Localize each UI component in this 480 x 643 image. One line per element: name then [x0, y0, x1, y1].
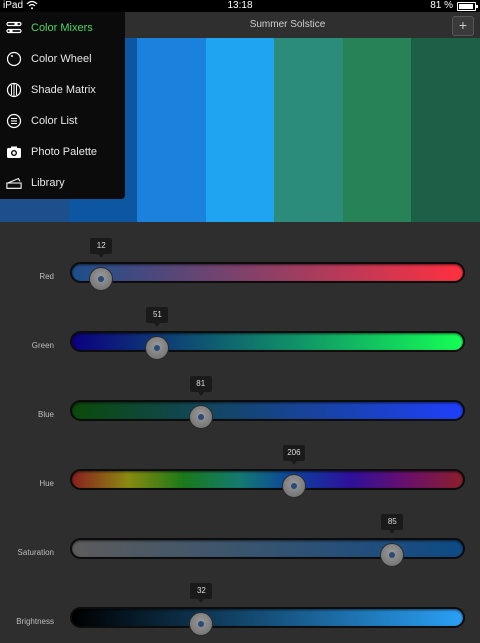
battery-percent: 81 % [430, 0, 453, 11]
brightness-slider-track[interactable]: 32 [70, 583, 465, 636]
slider-row-brightness: Brightness 32 [0, 583, 480, 643]
slider-thumb[interactable] [188, 405, 213, 429]
status-bar: iPad 13:18 81 % [0, 0, 480, 12]
menu-item-label: Photo Palette [31, 145, 98, 158]
swatch[interactable] [137, 38, 206, 222]
swatch[interactable] [205, 38, 275, 222]
sliders-icon [6, 20, 22, 36]
swatch[interactable] [342, 38, 412, 222]
value-bubble: 206 [282, 445, 305, 465]
value-bubble: 51 [146, 307, 169, 327]
slider-label: Blue [37, 410, 54, 419]
menu-item-label: Shade Matrix [31, 83, 96, 96]
matrix-icon [6, 82, 22, 98]
value-bubble: 81 [189, 376, 212, 396]
camera-icon [6, 144, 22, 160]
slider-row-hue: Hue 206 [0, 445, 480, 505]
value-bubble: 32 [190, 583, 213, 603]
slider-thumb[interactable] [89, 267, 114, 291]
menu-item-color-wheel[interactable]: Color Wheel [0, 43, 125, 74]
slider-row-saturation: Saturation 85 [0, 514, 480, 574]
slider-label: Red [39, 272, 54, 281]
palette-title: Summer Solstice [249, 19, 326, 30]
hue-slider-track[interactable]: 206 [70, 445, 465, 498]
slider-thumb[interactable] [189, 612, 214, 636]
menu-item-label: Color Wheel [31, 52, 92, 65]
slider-label: Brightness [16, 617, 54, 626]
swatch[interactable] [274, 38, 343, 222]
mode-menu: Color Mixers Color Wheel Shade Matrix Co… [0, 12, 125, 199]
swatch[interactable] [411, 38, 480, 222]
value-bubble: 12 [90, 238, 113, 258]
slider-thumb[interactable] [380, 543, 405, 567]
library-icon [6, 175, 22, 191]
menu-item-photo-palette[interactable]: Photo Palette [0, 136, 125, 167]
slider-thumb[interactable] [145, 336, 170, 360]
menu-item-label: Color Mixers [31, 21, 93, 34]
menu-item-library[interactable]: Library [0, 167, 125, 198]
green-slider-track[interactable]: 51 [70, 307, 465, 360]
slider-row-red: Red 12 [0, 238, 480, 298]
menu-item-label: Color List [31, 114, 78, 127]
menu-item-shade-matrix[interactable]: Shade Matrix [0, 74, 125, 105]
menu-item-color-mixers[interactable]: Color Mixers [0, 12, 125, 43]
slider-thumb[interactable] [281, 474, 306, 498]
slider-label: Green [31, 341, 54, 350]
red-slider-track[interactable]: 12 [70, 238, 465, 291]
menu-item-label: Library [31, 176, 65, 189]
battery-icon [457, 2, 478, 11]
list-icon [6, 113, 22, 129]
slider-label: Hue [39, 479, 54, 488]
add-button[interactable]: + [452, 16, 474, 36]
menu-item-color-list[interactable]: Color List [0, 105, 125, 136]
value-bubble: 85 [381, 514, 404, 534]
saturation-slider-track[interactable]: 85 [70, 514, 465, 567]
status-time: 13:18 [227, 0, 253, 11]
color-mixer-panel: Red 12 Green 51 Blue 81 Hue 206 Saturati… [0, 222, 480, 640]
slider-row-green: Green 51 [0, 307, 480, 367]
blue-slider-track[interactable]: 81 [70, 376, 465, 429]
wheel-icon [6, 51, 22, 67]
slider-row-blue: Blue 81 [0, 376, 480, 436]
slider-label: Saturation [17, 548, 54, 557]
